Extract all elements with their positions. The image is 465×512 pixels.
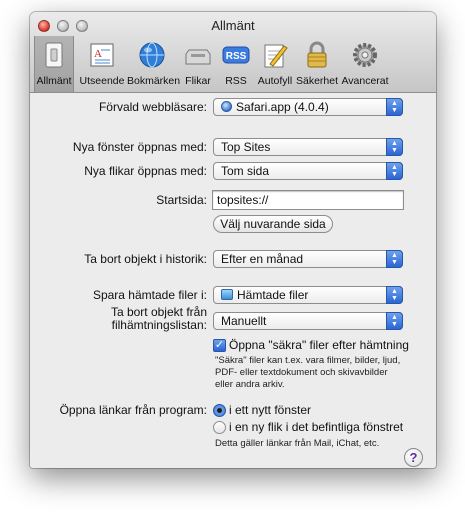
tab-bookmarks[interactable]: Bokmärken (127, 36, 181, 92)
downloads-label: Spara hämtade filer i: (92, 288, 207, 302)
rss-icon: RSS (222, 46, 250, 64)
new-windows-value: Top Sites (221, 140, 271, 154)
title-bar: Allmänt Allmänt A Utseende Bokmärken Fli… (30, 12, 436, 93)
preferences-window: Allmänt Allmänt A Utseende Bokmärken Fli… (30, 12, 436, 468)
tab-appearance-label: Utseende (79, 75, 125, 87)
default-browser-label: Förvald webbläsare: (98, 100, 207, 114)
tab-autofill[interactable]: Autofyll (254, 36, 296, 92)
remove-downloads-popup[interactable]: Manuellt ▲ ▼ (213, 312, 403, 330)
remove-downloads-value: Manuellt (221, 314, 267, 328)
preferences-toolbar: Allmänt A Utseende Bokmärken Flikar RSS … (30, 36, 436, 92)
svg-text:A: A (94, 48, 102, 60)
tab-rss-label: RSS (225, 75, 247, 87)
tab-security-label: Säkerhet (296, 75, 339, 87)
tab-general[interactable]: Allmänt (34, 36, 74, 92)
popup-arrows-icon: ▲ ▼ (386, 286, 403, 304)
default-browser-popup[interactable]: Safari.app (4.0.4) ▲ ▼ (213, 98, 403, 116)
open-links-label: Öppna länkar från program: (59, 403, 207, 417)
new-tab-radio-label: i en ny flik i det befintliga fönstret (229, 420, 404, 434)
tab-appearance[interactable]: A Utseende (77, 36, 127, 92)
remove-downloads-label-line1: Ta bort objekt från (110, 305, 207, 319)
new-windows-popup[interactable]: Top Sites ▲ ▼ (213, 138, 403, 156)
gear-icon (353, 43, 377, 67)
tab-advanced[interactable]: Avancerat (338, 36, 392, 92)
window-title: Allmänt (211, 18, 255, 33)
popup-arrows-icon: ▲ ▼ (386, 98, 403, 116)
history-value: Efter en månad (221, 252, 304, 266)
tab-security[interactable]: Säkerhet (296, 36, 338, 92)
new-tabs-label: Nya flikar öppnas med: (84, 164, 207, 178)
new-windows-label: Nya fönster öppnas med: (72, 140, 207, 154)
safe-files-description-line1: "Säkra" filer kan t.ex. vara filmer, bil… (215, 355, 401, 366)
default-browser-value: Safari.app (4.0.4) (236, 100, 329, 114)
tab-rss[interactable]: RSS RSS (218, 36, 254, 92)
downloads-popup[interactable]: Hämtade filer ▲ ▼ (213, 286, 403, 304)
tab-tabs-label: Flikar (185, 75, 211, 87)
tab-autofill-label: Autofyll (257, 75, 293, 87)
set-current-page-button[interactable]: Välj nuvarande sida (213, 215, 333, 233)
downloads-value: Hämtade filer (237, 288, 309, 302)
open-links-note: Detta gäller länkar från Mail, iChat, et… (215, 438, 380, 449)
safari-icon (221, 101, 232, 112)
help-button[interactable]: ? (404, 448, 423, 467)
new-window-radio[interactable] (213, 404, 226, 417)
popup-arrows-icon: ▲ ▼ (386, 138, 403, 156)
tab-advanced-label: Avancerat (341, 75, 389, 87)
tab-tabs[interactable]: Flikar (178, 36, 218, 92)
history-label: Ta bort objekt i historik: (84, 252, 207, 266)
new-tabs-value: Tom sida (221, 164, 270, 178)
safe-files-description-line2: PDF- eller textdokument och skivavbilder (215, 367, 388, 378)
downloads-folder-icon (221, 289, 233, 300)
homepage-label: Startsida: (156, 193, 207, 207)
new-tabs-popup[interactable]: Tom sida ▲ ▼ (213, 162, 403, 180)
popup-arrows-icon: ▲ ▼ (386, 312, 403, 330)
safe-files-description-line3: eller andra arkiv. (215, 379, 285, 390)
tab-bookmarks-label: Bokmärken (127, 75, 181, 87)
popup-arrows-icon: ▲ ▼ (386, 250, 403, 268)
tabs-icon (185, 49, 211, 65)
new-tab-radio[interactable] (213, 421, 226, 434)
homepage-field[interactable]: topsites:// (212, 190, 404, 210)
safe-files-checkbox[interactable]: ✓ (213, 339, 226, 352)
new-window-radio-label: i ett nytt fönster (229, 403, 312, 417)
pencil-icon (264, 44, 288, 68)
history-popup[interactable]: Efter en månad ▲ ▼ (213, 250, 403, 268)
appearance-icon: A (90, 43, 114, 67)
safe-files-description: "Säkra" filer kan t.ex. vara filmer, bil… (215, 355, 400, 391)
globe-icon (139, 42, 165, 68)
popup-arrows-icon: ▲ ▼ (386, 162, 403, 180)
switch-icon (45, 42, 63, 68)
tab-general-label: Allmänt (36, 75, 72, 87)
lock-icon (307, 41, 327, 68)
svg-text:RSS: RSS (226, 51, 247, 62)
remove-downloads-label-line2: filhämtningslistan: (111, 318, 207, 332)
general-pane: Förvald webbläsare: Safari.app (4.0.4) ▲… (30, 93, 436, 468)
safe-files-label: Öppna "säkra" filer efter hämtning (229, 338, 409, 352)
